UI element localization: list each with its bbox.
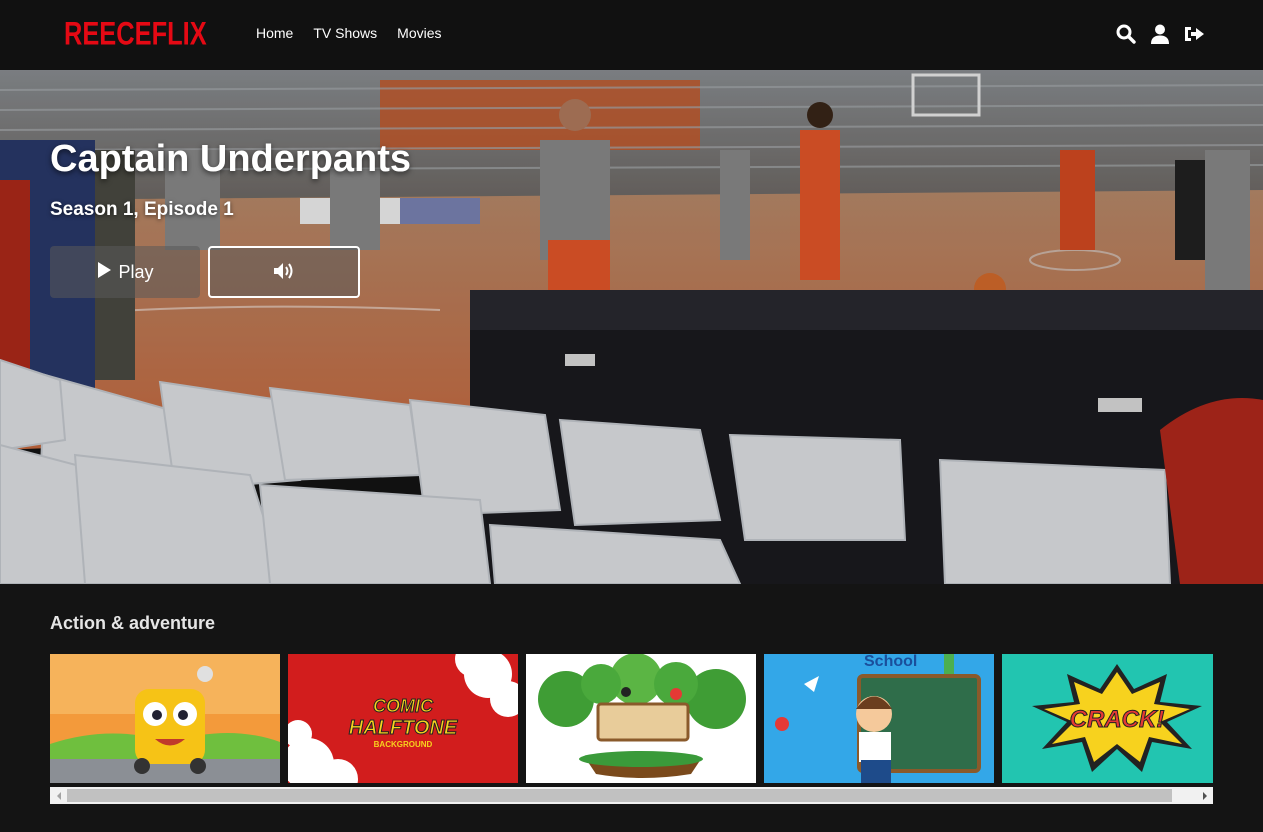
logo-text: REECEFLIX [64, 15, 207, 52]
title-card[interactable]: COMIC HALFTONE BACKGROUND [288, 654, 518, 783]
sign-out-icon[interactable] [1183, 23, 1205, 45]
title-row: COMIC HALFTONE BACKGROUND School CRACK! [50, 654, 1213, 783]
nav-link-tv-shows[interactable]: TV Shows [313, 25, 377, 41]
main-nav: Home TV Shows Movies [256, 25, 442, 41]
hero-title: Captain Underpants [50, 138, 412, 180]
nav-link-movies[interactable]: Movies [397, 25, 441, 41]
comic-halftone-thumbnail: COMIC HALFTONE BACKGROUND [288, 654, 518, 783]
search-icon[interactable] [1115, 23, 1137, 45]
play-icon [96, 261, 112, 284]
jungle-sign-thumbnail [526, 654, 756, 783]
hero-banner: Captain Underpants Season 1, Episode 1 P… [0, 70, 1263, 584]
volume-toggle-button[interactable] [208, 246, 360, 298]
comic-text-line1: COMIC [373, 696, 434, 716]
scroll-right-arrow-icon[interactable] [1196, 787, 1213, 804]
volume-icon [273, 262, 295, 283]
row-title: Action & adventure [50, 613, 216, 633]
title-card[interactable] [526, 654, 756, 783]
hero-episode-subtitle: Season 1, Episode 1 [50, 199, 234, 220]
title-card[interactable] [50, 654, 280, 783]
comic-text-line3: BACKGROUND [374, 740, 433, 749]
nav-link-home[interactable]: Home [256, 25, 293, 41]
play-button-label: Play [118, 261, 154, 282]
school-boy-thumbnail: School [764, 654, 994, 783]
nav-icons [1115, 23, 1205, 45]
reeceflix-logo[interactable]: REECEFLIX [64, 14, 238, 54]
user-icon[interactable] [1149, 23, 1171, 45]
title-row-track: COMIC HALFTONE BACKGROUND School CRACK! [50, 654, 1213, 783]
play-button[interactable]: Play [50, 246, 200, 298]
comic-crack-thumbnail: CRACK! [1002, 654, 1213, 783]
title-card[interactable]: School [764, 654, 994, 783]
top-navbar: REECEFLIX Home TV Shows Movies [0, 0, 1263, 70]
school-title-text: School [864, 654, 917, 670]
scroll-left-arrow-icon[interactable] [50, 787, 67, 804]
crack-text: CRACK! [1070, 706, 1165, 733]
title-card[interactable]: CRACK! [1002, 654, 1213, 783]
scrollbar-thumb[interactable] [67, 789, 1172, 802]
row-horizontal-scrollbar[interactable] [50, 787, 1213, 804]
cartoon-school-bus-thumbnail [50, 654, 280, 783]
comic-text-line2: HALFTONE [349, 717, 458, 739]
